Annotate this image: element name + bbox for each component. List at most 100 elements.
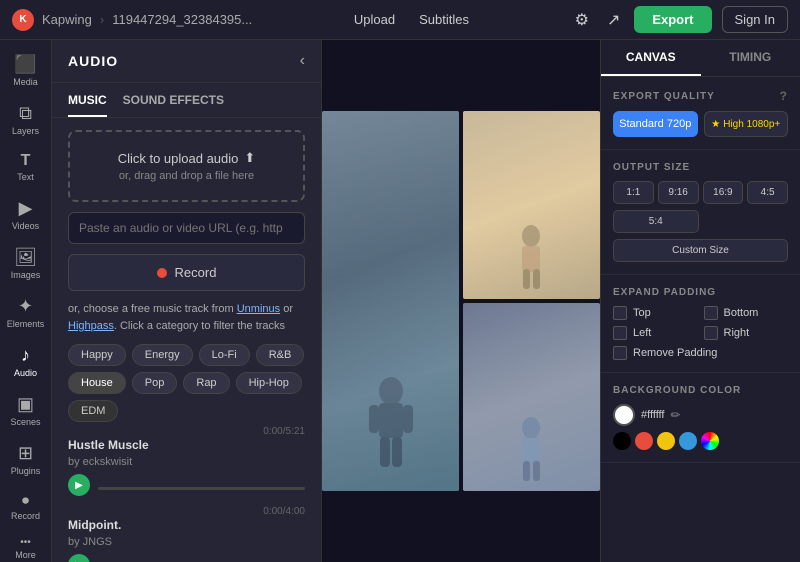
genre-happy[interactable]: Happy <box>68 344 126 366</box>
size-16-9[interactable]: 16:9 <box>703 181 744 204</box>
tab-sound-effects[interactable]: SOUND EFFECTS <box>123 93 224 117</box>
subtitles-link[interactable]: Subtitles <box>419 12 469 27</box>
tab-timing[interactable]: TIMING <box>701 40 800 76</box>
genre-house[interactable]: House <box>68 372 126 394</box>
upload-link[interactable]: Upload <box>354 12 395 27</box>
remove-padding-button[interactable]: Remove Padding <box>613 346 788 360</box>
padding-left[interactable]: Left <box>613 326 698 340</box>
images-icon: 🖼 <box>14 247 37 268</box>
sidebar-item-images[interactable]: 🖼 Images <box>4 241 48 286</box>
track-item-2: Midpoint. 0:00/4:00 by JNGS ▶ <box>68 512 305 562</box>
sidebar-label-audio: Audio <box>14 368 37 378</box>
topbar-left: K Kapwing › 119447294_32384395... <box>12 9 252 31</box>
track-1-play-button[interactable]: ▶ <box>68 474 90 496</box>
upload-sub: or, drag and drop a file here <box>82 170 291 182</box>
padding-top[interactable]: Top <box>613 306 698 320</box>
panel-collapse-button[interactable]: ‹ <box>300 52 305 70</box>
photo-collage <box>322 111 600 491</box>
scenes-icon: ▣ <box>17 394 34 415</box>
canvas-area <box>322 40 600 562</box>
padding-bottom[interactable]: Bottom <box>704 306 789 320</box>
text-icon: T <box>21 152 31 170</box>
share-icon[interactable]: ↗ <box>603 6 624 34</box>
sidebar-label-images: Images <box>11 270 41 280</box>
genre-pop[interactable]: Pop <box>132 372 178 394</box>
track-1-progress[interactable] <box>98 487 305 490</box>
upload-box[interactable]: Click to upload audio ⬆ or, drag and dro… <box>68 130 305 202</box>
size-9-16[interactable]: 9:16 <box>658 181 699 204</box>
sidebar-item-layers[interactable]: ⧉ Layers <box>4 97 48 142</box>
brand-name: Kapwing <box>42 12 92 27</box>
color-yellow[interactable] <box>657 432 675 450</box>
custom-size-button[interactable]: Custom Size <box>613 239 788 262</box>
sidebar-item-elements[interactable]: ✦ Elements <box>4 290 48 335</box>
expand-padding-title: EXPAND PADDING <box>613 287 788 298</box>
genre-energy[interactable]: Energy <box>132 344 193 366</box>
media-icon: ⬛ <box>14 54 36 75</box>
size-1-1[interactable]: 1:1 <box>613 181 654 204</box>
sidebar-item-more[interactable]: ••• More <box>4 531 48 562</box>
panel-title: AUDIO <box>68 53 118 69</box>
track-1-artist: by eckskwisit <box>68 456 132 468</box>
color-swatch-white[interactable] <box>613 404 635 426</box>
track-1-time: 0:00/5:21 <box>263 426 305 452</box>
track-2-time: 0:00/4:00 <box>263 506 305 532</box>
export-button[interactable]: Export <box>634 6 711 33</box>
more-icon: ••• <box>20 537 31 548</box>
elements-icon: ✦ <box>18 296 33 317</box>
sidebar-item-scenes[interactable]: ▣ Scenes <box>4 388 48 433</box>
checkbox-left[interactable] <box>613 326 627 340</box>
url-input[interactable] <box>68 212 305 244</box>
genre-lofi[interactable]: Lo-Fi <box>199 344 250 366</box>
sidebar-item-plugins[interactable]: ⊞ Plugins <box>4 437 48 482</box>
checkbox-right[interactable] <box>704 326 718 340</box>
pen-icon[interactable]: ✏ <box>670 408 680 422</box>
checkbox-top[interactable] <box>613 306 627 320</box>
color-dots <box>613 432 719 450</box>
checkbox-remove[interactable] <box>613 346 627 360</box>
sidebar-item-media[interactable]: ⬛ Media <box>4 48 48 93</box>
sidebar-item-audio[interactable]: ♪ Audio <box>4 339 48 384</box>
quality-standard[interactable]: Standard 720p <box>613 111 698 137</box>
genre-hiphop[interactable]: Hip-Hop <box>236 372 302 394</box>
signin-button[interactable]: Sign In <box>722 6 788 33</box>
padding-right[interactable]: Right <box>704 326 789 340</box>
background-color-title: BACKGROUND COLOR <box>613 385 788 396</box>
sidebar-label-media: Media <box>13 77 38 87</box>
highpass-link[interactable]: Highpass <box>68 320 114 332</box>
right-panel: CANVAS TIMING EXPORT QUALITY ? Standard … <box>600 40 800 562</box>
settings-icon[interactable]: ⚙ <box>571 6 593 34</box>
size-5-4[interactable]: 5:4 <box>613 210 699 233</box>
tab-canvas[interactable]: CANVAS <box>601 40 701 76</box>
upload-text: Click to upload audio ⬆ <box>82 150 291 166</box>
record-button[interactable]: Record <box>68 254 305 291</box>
audio-panel: AUDIO ‹ MUSIC SOUND EFFECTS Click to upl… <box>52 40 322 562</box>
panel-body: Click to upload audio ⬆ or, drag and dro… <box>52 118 321 562</box>
photo-cell-2 <box>463 111 600 299</box>
expand-padding-section: EXPAND PADDING Top Bottom Left Right <box>601 275 800 373</box>
color-black[interactable] <box>613 432 631 450</box>
quality-high[interactable]: ★ High 1080p+ <box>704 111 789 137</box>
tab-music[interactable]: MUSIC <box>68 93 107 117</box>
genre-rnb[interactable]: R&B <box>256 344 305 366</box>
sidebar-item-record[interactable]: ⏺ Record <box>4 486 48 527</box>
topbar-actions: ⚙ ↗ Export Sign In <box>571 6 788 34</box>
help-icon[interactable]: ? <box>780 89 788 103</box>
color-blue[interactable] <box>679 432 697 450</box>
size-4-5[interactable]: 4:5 <box>747 181 788 204</box>
genre-edm[interactable]: EDM <box>68 400 118 422</box>
person-silhouette-3 <box>509 413 554 483</box>
sidebar-item-text[interactable]: T Text <box>4 146 48 188</box>
sidebar-item-videos[interactable]: ▶ Videos <box>4 192 48 237</box>
track-2-play-button[interactable]: ▶ <box>68 554 90 562</box>
checkbox-bottom[interactable] <box>704 306 718 320</box>
genre-rap[interactable]: Rap <box>183 372 229 394</box>
track-2-controls: ▶ <box>68 554 305 562</box>
unminus-link[interactable]: Unminus <box>237 303 280 315</box>
left-sidebar: ⬛ Media ⧉ Layers T Text ▶ Videos 🖼 Image… <box>0 40 52 562</box>
color-rainbow[interactable] <box>701 432 719 450</box>
sidebar-label-layers: Layers <box>12 126 39 136</box>
output-size-title: OUTPUT SIZE <box>613 162 788 173</box>
color-red[interactable] <box>635 432 653 450</box>
background-color-section: BACKGROUND COLOR #ffffff ✏ <box>601 373 800 463</box>
